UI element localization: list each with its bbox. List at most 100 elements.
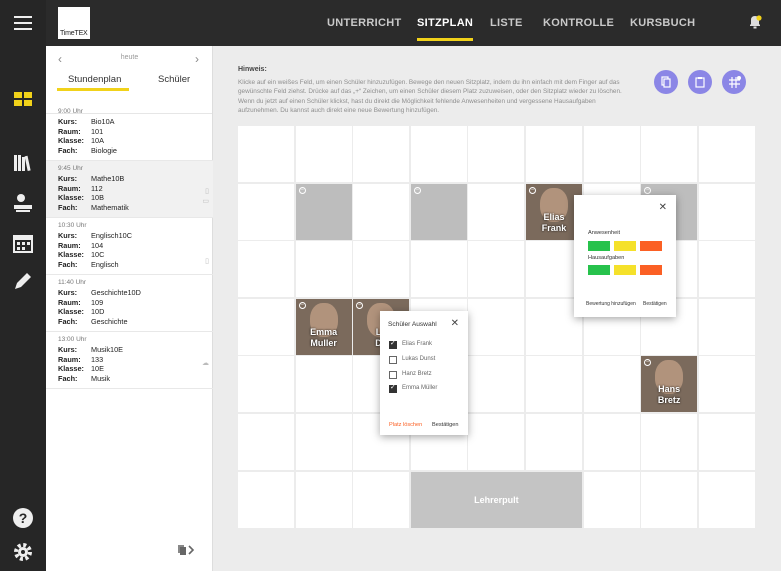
remove-seat-icon[interactable]: − xyxy=(298,301,306,309)
seat-cell[interactable] xyxy=(468,414,525,470)
menu-icon[interactable] xyxy=(11,11,35,35)
tab-liste[interactable]: LISTE xyxy=(490,0,523,46)
student-name: Emma Muller xyxy=(296,327,352,349)
checkbox[interactable] xyxy=(389,383,397,393)
seat-cell[interactable] xyxy=(583,356,640,413)
student-option[interactable]: Elias Frank xyxy=(402,341,432,347)
remove-seat-icon[interactable]: − xyxy=(356,301,364,309)
seat-cell[interactable] xyxy=(468,126,525,182)
seat-cell[interactable] xyxy=(295,414,352,470)
tab-kursbuch[interactable]: KURSBUCH xyxy=(630,0,695,46)
seat-cell[interactable] xyxy=(295,241,352,298)
seat-cell[interactable] xyxy=(698,356,755,413)
seat-empty[interactable]: − xyxy=(295,183,352,240)
student-option[interactable]: Hanz Bretz xyxy=(402,371,432,377)
students-icon[interactable] xyxy=(11,191,35,215)
lesson-item[interactable]: 10:30 Uhr Kurs: Englisch10C Raum: 104 Klas… xyxy=(46,218,213,275)
seat-cell[interactable] xyxy=(238,126,294,182)
seat-cell[interactable] xyxy=(238,241,294,298)
seat-cell[interactable] xyxy=(295,126,352,182)
attendance-absent-button[interactable] xyxy=(640,241,662,251)
seat-cell[interactable] xyxy=(468,356,525,413)
attendance-present-button[interactable] xyxy=(588,241,610,251)
bell-icon[interactable] xyxy=(747,14,763,30)
seat-cell[interactable] xyxy=(526,414,582,470)
kurs-value: Musik10E xyxy=(91,345,124,354)
seat-cell[interactable] xyxy=(698,298,755,355)
seat-cell[interactable] xyxy=(468,298,525,355)
student-option[interactable]: Lukas Dunst xyxy=(402,356,435,362)
library-icon[interactable] xyxy=(11,151,35,175)
homework-done-button[interactable] xyxy=(588,265,610,275)
confirm-button[interactable]: Bestätigen xyxy=(432,422,458,428)
tab-unterricht[interactable]: UNTERRICHT xyxy=(327,0,402,46)
lesson-item[interactable]: 9:45 Uhr Kurs: Mathe10B Raum: 112 Klasse: 1… xyxy=(46,161,213,218)
seat-empty[interactable]: − xyxy=(410,183,467,240)
next-day-icon[interactable]: › xyxy=(195,52,199,66)
remove-seat-icon[interactable]: − xyxy=(298,186,306,194)
calendar-icon[interactable] xyxy=(11,231,35,255)
seat-cell[interactable] xyxy=(641,471,698,528)
seat-cell[interactable] xyxy=(353,241,410,298)
seat-cell[interactable] xyxy=(295,356,352,413)
seat-cell[interactable] xyxy=(698,471,755,528)
seat-student[interactable]: − Emma Muller xyxy=(295,298,352,355)
seat-cell[interactable] xyxy=(238,356,294,413)
seat-cell[interactable] xyxy=(238,183,294,240)
seat-cell[interactable] xyxy=(526,126,582,182)
attendance-late-button[interactable] xyxy=(614,241,636,251)
student-option[interactable]: Emma Müller xyxy=(402,385,437,391)
lesson-item[interactable]: 13:00 Uhr Kurs: Musik10E Raum: 133 Klasse:… xyxy=(46,332,213,389)
seat-cell[interactable] xyxy=(238,298,294,355)
seat-cell[interactable] xyxy=(238,414,294,470)
tab-kontrolle[interactable]: KONTROLLE xyxy=(543,0,614,46)
export-icon[interactable] xyxy=(177,544,195,556)
remove-seat-icon[interactable]: − xyxy=(413,186,421,194)
seat-cell[interactable] xyxy=(698,241,755,298)
clipboard-button[interactable] xyxy=(688,70,712,94)
lesson-item[interactable]: 9:00 Uhr Kurs: Bio10A Raum: 101 Klasse: 10A… xyxy=(46,104,213,161)
seat-cell[interactable] xyxy=(410,241,467,298)
seat-cell[interactable] xyxy=(468,241,525,298)
seat-cell[interactable] xyxy=(698,183,755,240)
seat-cell[interactable] xyxy=(641,414,698,470)
confirm-button[interactable]: Bestätigen xyxy=(643,301,667,307)
seat-cell[interactable] xyxy=(295,471,352,528)
tab-sitzplan[interactable]: SITZPLAN xyxy=(417,0,474,46)
remove-seat-icon[interactable]: − xyxy=(529,186,536,194)
seat-cell[interactable] xyxy=(353,183,410,240)
checkbox[interactable] xyxy=(389,356,397,364)
close-icon[interactable]: ✕ xyxy=(451,318,459,329)
seat-student[interactable]: − Hans Bretz xyxy=(641,356,698,413)
checkbox[interactable] xyxy=(389,371,397,379)
seat-cell[interactable] xyxy=(238,471,294,528)
close-icon[interactable]: ✕ xyxy=(659,202,667,213)
homework-missing-button[interactable] xyxy=(640,265,662,275)
seat-cell[interactable] xyxy=(698,414,755,470)
remove-seat-icon[interactable]: − xyxy=(644,359,652,367)
grid-button[interactable] xyxy=(722,70,746,94)
seat-cell[interactable] xyxy=(468,183,525,240)
seat-cell[interactable] xyxy=(353,471,410,528)
help-icon[interactable]: ? xyxy=(11,506,35,530)
seat-cell[interactable] xyxy=(583,471,640,528)
seat-cell[interactable] xyxy=(583,414,640,470)
pencil-icon[interactable] xyxy=(11,269,35,293)
copy-button[interactable] xyxy=(654,70,678,94)
dashboard-icon[interactable] xyxy=(11,87,35,111)
tab-stundenplan[interactable]: Stundenplan xyxy=(68,74,121,85)
seat-cell[interactable] xyxy=(583,126,640,182)
seat-cell[interactable] xyxy=(410,126,467,182)
seat-cell[interactable] xyxy=(698,126,755,182)
seat-cell[interactable] xyxy=(353,126,410,182)
remove-seat-icon[interactable]: − xyxy=(644,186,652,194)
tab-schueler[interactable]: Schüler xyxy=(158,74,190,85)
seat-cell[interactable] xyxy=(526,356,582,413)
homework-partial-button[interactable] xyxy=(614,265,636,275)
seat-cell[interactable] xyxy=(641,126,698,182)
checkbox[interactable] xyxy=(389,339,397,349)
delete-seat-button[interactable]: Platz löschen xyxy=(389,422,422,428)
lesson-item[interactable]: 11:40 Uhr Kurs: Geschichte10D Raum: 109 Kl… xyxy=(46,275,213,332)
add-rating-button[interactable]: Bewertung hinzufügen xyxy=(586,301,636,307)
settings-icon[interactable] xyxy=(11,540,35,564)
